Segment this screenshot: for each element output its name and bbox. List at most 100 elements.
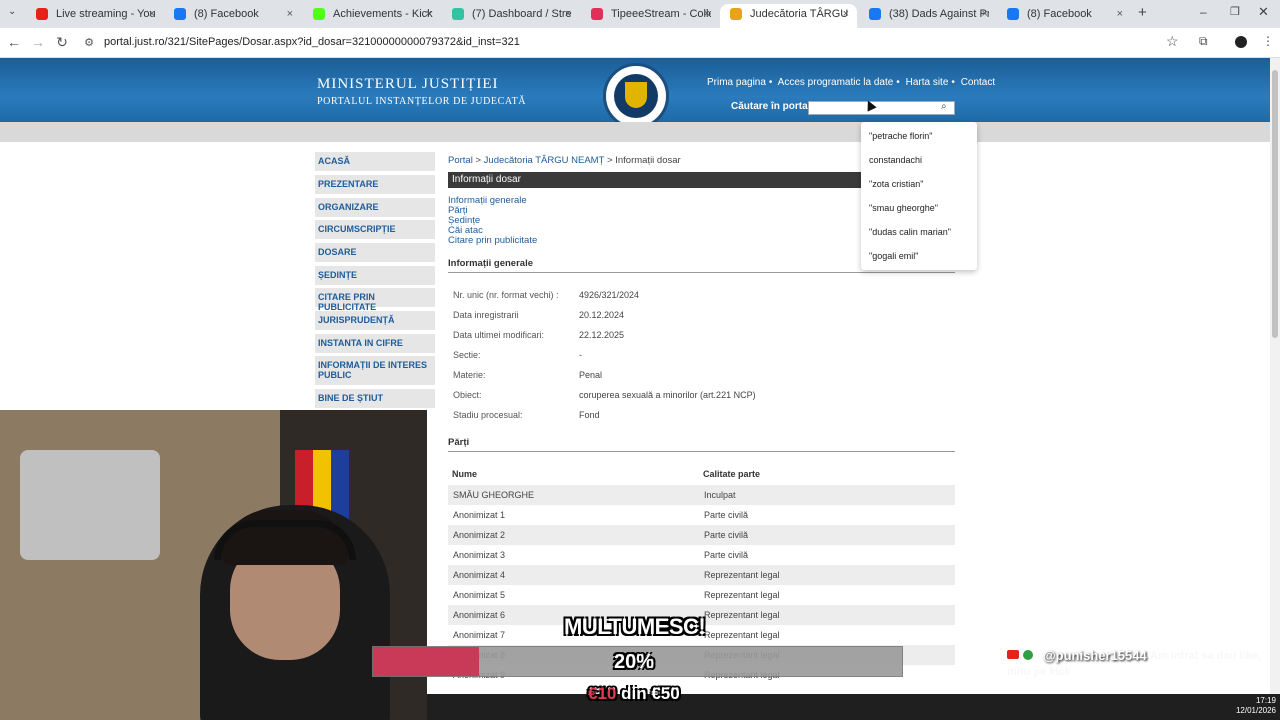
party-role: Parte civilă bbox=[704, 510, 749, 520]
search-suggestion[interactable]: "gogali emil" bbox=[869, 251, 918, 261]
profile-icon[interactable] bbox=[1235, 36, 1247, 48]
sidebar-menu-item[interactable]: JURISPRUDENȚĂ bbox=[315, 311, 435, 331]
party-name: Anonimizat 5 bbox=[453, 590, 506, 600]
party-name: Anonimizat 4 bbox=[453, 570, 506, 580]
kick-icon bbox=[1023, 650, 1033, 660]
close-window-icon[interactable]: ✕ bbox=[1258, 4, 1269, 20]
tab-close-icon[interactable]: × bbox=[149, 4, 155, 24]
info-value: Fond bbox=[579, 410, 600, 420]
url-field[interactable]: portal.just.ro/321/SitePages/Dosar.aspx?… bbox=[104, 36, 520, 48]
youtube-icon bbox=[1007, 650, 1019, 659]
search-suggestion[interactable]: "zota cristian" bbox=[869, 179, 923, 189]
menu-kebab-icon[interactable]: ⋮ bbox=[1262, 34, 1274, 48]
party-role: Reprezentant legal bbox=[704, 590, 780, 600]
sidebar-menu-item[interactable]: ȘEDINȚE bbox=[315, 266, 435, 286]
extensions-icon[interactable]: ⧉ bbox=[1199, 34, 1208, 49]
browser-tab[interactable]: (8) Facebook × bbox=[164, 4, 301, 28]
new-tab-button[interactable]: + bbox=[1138, 4, 1147, 21]
browser-tab[interactable]: (8) Facebook × bbox=[997, 4, 1131, 28]
info-value: 22.12.2025 bbox=[579, 330, 625, 340]
sidebar-menu-item[interactable]: CIRCUMSCRIPȚIE bbox=[315, 220, 435, 240]
webcam-feed bbox=[0, 410, 427, 720]
party-role: Parte civilă bbox=[704, 550, 749, 560]
party-name: Anonimizat 6 bbox=[453, 610, 506, 620]
tab-favicon-icon bbox=[869, 8, 881, 20]
search-suggestion[interactable]: constandachi bbox=[869, 155, 922, 165]
taskbar bbox=[427, 694, 1280, 720]
sidebar-menu-item[interactable]: PREZENTARE bbox=[315, 175, 435, 195]
breadcrumb: Portal > Judecătoria TÂRGU NEAMȚ > Infor… bbox=[448, 155, 681, 166]
browser-tab[interactable]: TipeeeStream - Collect Tips× bbox=[581, 4, 718, 28]
section-link[interactable]: Citare prin publicitate bbox=[448, 235, 537, 246]
party-name: Anonimizat 7 bbox=[453, 630, 506, 640]
info-label: Data ultimei modificari: bbox=[453, 330, 545, 340]
search-suggestion[interactable]: "smau gheorghe" bbox=[869, 203, 938, 213]
tab-close-icon[interactable]: × bbox=[426, 4, 432, 24]
chat-username: @punisher15544 bbox=[1043, 648, 1147, 663]
breadcrumb-portal[interactable]: Portal bbox=[448, 155, 473, 166]
link-prima-pagina[interactable]: Prima pagina bbox=[707, 77, 766, 88]
search-icon[interactable]: ⌕ bbox=[941, 101, 947, 112]
search-input[interactable] bbox=[808, 101, 955, 115]
tab-favicon-icon bbox=[36, 8, 48, 20]
link-harta-site[interactable]: Harta site bbox=[906, 77, 949, 88]
col-header-name: Nume bbox=[452, 469, 478, 479]
sidebar-menu-item[interactable]: ACASĂ bbox=[315, 152, 435, 172]
tab-favicon-icon bbox=[730, 8, 742, 20]
party-role: Inculpat bbox=[704, 490, 736, 500]
tab-close-icon[interactable]: × bbox=[1117, 4, 1123, 24]
reload-icon[interactable]: ↻ bbox=[53, 34, 71, 51]
browser-tab[interactable]: Live streaming - YouTube× bbox=[26, 4, 163, 28]
maximize-icon[interactable]: ❐ bbox=[1230, 5, 1240, 18]
top-links: Prima pagina • Acces programatic la date •… bbox=[707, 77, 998, 88]
breadcrumb-court[interactable]: Judecătoria TÂRGU NEAMȚ bbox=[484, 155, 605, 166]
tab-search-icon[interactable]: ⌄ bbox=[8, 6, 16, 17]
sidebar-menu-item[interactable]: INFORMAȚII DE INTERES PUBLIC bbox=[315, 356, 435, 386]
search-suggestion[interactable]: "petrache florin" bbox=[869, 131, 932, 141]
party-role: Reprezentant legal bbox=[704, 570, 780, 580]
info-value: coruperea sexuală a minorilor (art.221 N… bbox=[579, 390, 756, 400]
site-title[interactable]: MINISTERUL JUSTIȚIEI bbox=[317, 76, 499, 93]
tab-close-icon[interactable]: × bbox=[704, 4, 710, 24]
tab-label: Achievements - Kick Dash bbox=[333, 8, 433, 20]
info-label: Stadiu procesual: bbox=[453, 410, 523, 420]
tab-label: Live streaming - YouTube bbox=[56, 8, 156, 20]
tab-close-icon[interactable]: × bbox=[843, 4, 849, 24]
goal-target-text: din €50 bbox=[616, 684, 680, 703]
breadcrumb-separator: > bbox=[475, 155, 484, 166]
info-value: 20.12.2024 bbox=[579, 310, 625, 320]
search-suggestion[interactable]: "dudas calin marian" bbox=[869, 227, 951, 237]
page-title: Informații dosar bbox=[448, 172, 861, 188]
browser-tab[interactable]: Judecătoria TÂRGU NEAMȚ× bbox=[720, 4, 857, 28]
donation-thanks-text: MULTUMESC! bbox=[564, 614, 706, 639]
tab-label: Judecătoria TÂRGU NEAMȚ bbox=[750, 8, 850, 20]
sidebar-menu-item[interactable]: ORGANIZARE bbox=[315, 198, 435, 218]
search-label: Căutare în portal bbox=[731, 101, 811, 112]
sidebar-menu-item[interactable]: CITARE PRIN PUBLICITATE bbox=[315, 288, 435, 312]
party-role: Reprezentant legal bbox=[704, 610, 780, 620]
forward-icon[interactable]: → bbox=[29, 34, 47, 50]
bookmark-star-icon[interactable]: ☆ bbox=[1166, 33, 1179, 50]
browser-tab[interactable]: Achievements - Kick Dash× bbox=[303, 4, 440, 28]
sidebar-menu-item[interactable]: DOSARE bbox=[315, 243, 435, 263]
info-label: Materie: bbox=[453, 370, 486, 380]
tab-close-icon[interactable]: × bbox=[565, 4, 571, 24]
romania-emblem-logo[interactable] bbox=[603, 63, 669, 129]
back-icon[interactable]: ← bbox=[5, 34, 23, 50]
link-acces-programatic[interactable]: Acces programatic la date bbox=[778, 77, 894, 88]
scrollbar-thumb[interactable] bbox=[1272, 70, 1278, 338]
table-row: Anonimizat 3 Parte civilă bbox=[448, 545, 955, 565]
tab-close-icon[interactable]: × bbox=[287, 4, 293, 24]
sidebar-menu-item[interactable]: BINE DE ȘTIUT bbox=[315, 389, 435, 409]
sidebar-menu-item[interactable]: INSTANTA IN CIFRE bbox=[315, 334, 435, 354]
browser-tab[interactable]: (7) Dashboard / Streamlabs× bbox=[442, 4, 579, 28]
link-contact[interactable]: Contact bbox=[961, 77, 995, 88]
minimize-icon[interactable]: – bbox=[1200, 5, 1207, 19]
tab-favicon-icon bbox=[174, 8, 186, 20]
tab-label: (8) Facebook bbox=[1027, 8, 1092, 20]
tab-close-icon[interactable]: × bbox=[982, 4, 988, 24]
tab-favicon-icon bbox=[1007, 8, 1019, 20]
browser-tab[interactable]: (38) Dads Against Predators× bbox=[859, 4, 996, 28]
site-info-icon[interactable]: ⚙ bbox=[80, 36, 98, 49]
donation-goal-amount: €10 din €50 bbox=[588, 684, 680, 704]
